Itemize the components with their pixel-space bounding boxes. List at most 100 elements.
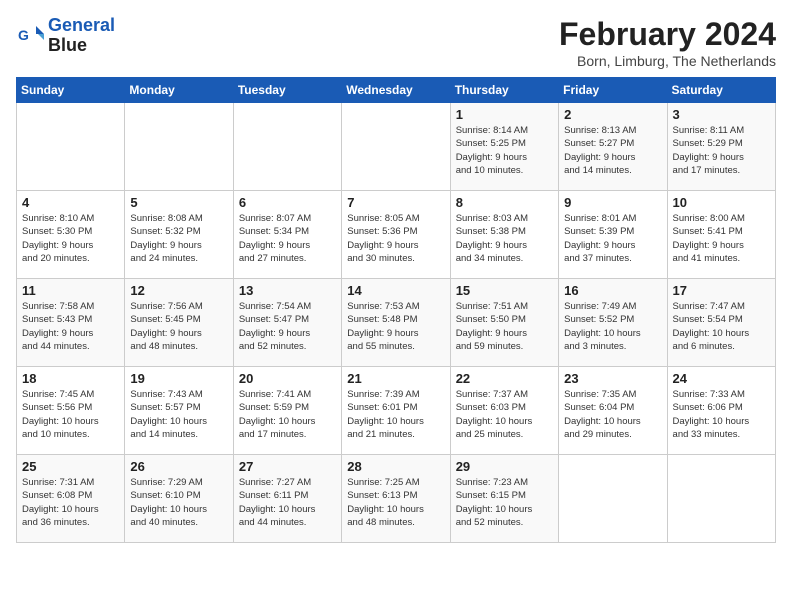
- calendar-cell: 25Sunrise: 7:31 AM Sunset: 6:08 PM Dayli…: [17, 455, 125, 543]
- day-number: 7: [347, 195, 444, 210]
- day-number: 23: [564, 371, 661, 386]
- day-number: 11: [22, 283, 119, 298]
- day-number: 9: [564, 195, 661, 210]
- day-number: 19: [130, 371, 227, 386]
- day-info: Sunrise: 8:08 AM Sunset: 5:32 PM Dayligh…: [130, 212, 227, 265]
- day-info: Sunrise: 8:14 AM Sunset: 5:25 PM Dayligh…: [456, 124, 553, 177]
- weekday-header-wednesday: Wednesday: [342, 78, 450, 103]
- calendar-cell: [125, 103, 233, 191]
- day-info: Sunrise: 7:56 AM Sunset: 5:45 PM Dayligh…: [130, 300, 227, 353]
- weekday-header-thursday: Thursday: [450, 78, 558, 103]
- calendar-cell: 4 Sunrise: 8:10 AM Sunset: 5:30 PM Daylig…: [17, 191, 125, 279]
- day-info: Sunrise: 8:13 AM Sunset: 5:27 PM Dayligh…: [564, 124, 661, 177]
- day-info: Sunrise: 7:47 AM Sunset: 5:54 PM Dayligh…: [673, 300, 770, 353]
- day-info: Sunrise: 7:54 AM Sunset: 5:47 PM Dayligh…: [239, 300, 336, 353]
- calendar-cell: 3 Sunrise: 8:11 AM Sunset: 5:29 PM Daylig…: [667, 103, 775, 191]
- day-number: 1: [456, 107, 553, 122]
- day-number: 8: [456, 195, 553, 210]
- day-number: 22: [456, 371, 553, 386]
- day-info: Sunrise: 7:43 AM Sunset: 5:57 PM Dayligh…: [130, 388, 227, 441]
- day-info: Sunrise: 8:03 AM Sunset: 5:38 PM Dayligh…: [456, 212, 553, 265]
- day-number: 3: [673, 107, 770, 122]
- day-info: Sunrise: 7:45 AM Sunset: 5:56 PM Dayligh…: [22, 388, 119, 441]
- day-number: 17: [673, 283, 770, 298]
- weekday-header-friday: Friday: [559, 78, 667, 103]
- calendar-table: SundayMondayTuesdayWednesdayThursdayFrid…: [16, 77, 776, 543]
- day-number: 16: [564, 283, 661, 298]
- svg-text:G: G: [18, 27, 29, 43]
- weekday-header-sunday: Sunday: [17, 78, 125, 103]
- day-info: Sunrise: 8:01 AM Sunset: 5:39 PM Dayligh…: [564, 212, 661, 265]
- day-number: 10: [673, 195, 770, 210]
- day-number: 29: [456, 459, 553, 474]
- day-info: Sunrise: 7:41 AM Sunset: 5:59 PM Dayligh…: [239, 388, 336, 441]
- day-info: Sunrise: 7:29 AM Sunset: 6:10 PM Dayligh…: [130, 476, 227, 529]
- calendar-cell: [17, 103, 125, 191]
- day-info: Sunrise: 7:23 AM Sunset: 6:15 PM Dayligh…: [456, 476, 553, 529]
- day-info: Sunrise: 7:49 AM Sunset: 5:52 PM Dayligh…: [564, 300, 661, 353]
- day-info: Sunrise: 8:10 AM Sunset: 5:30 PM Dayligh…: [22, 212, 119, 265]
- calendar-cell: 5 Sunrise: 8:08 AM Sunset: 5:32 PM Daylig…: [125, 191, 233, 279]
- calendar-cell: 9 Sunrise: 8:01 AM Sunset: 5:39 PM Daylig…: [559, 191, 667, 279]
- title-block: February 2024 Born, Limburg, The Netherl…: [559, 16, 776, 69]
- calendar-cell: 24 Sunrise: 7:33 AM Sunset: 6:06 PM Dayli…: [667, 367, 775, 455]
- day-number: 2: [564, 107, 661, 122]
- day-info: Sunrise: 8:07 AM Sunset: 5:34 PM Dayligh…: [239, 212, 336, 265]
- weekday-header-saturday: Saturday: [667, 78, 775, 103]
- calendar-cell: 29 Sunrise: 7:23 AM Sunset: 6:15 PM Dayli…: [450, 455, 558, 543]
- calendar-cell: 16 Sunrise: 7:49 AM Sunset: 5:52 PM Dayli…: [559, 279, 667, 367]
- day-number: 27: [239, 459, 336, 474]
- logo-text: General Blue: [48, 16, 115, 56]
- day-number: 12: [130, 283, 227, 298]
- calendar-cell: [559, 455, 667, 543]
- weekday-header-tuesday: Tuesday: [233, 78, 341, 103]
- day-info: Sunrise: 8:11 AM Sunset: 5:29 PM Dayligh…: [673, 124, 770, 177]
- day-info: Sunrise: 7:51 AM Sunset: 5:50 PM Dayligh…: [456, 300, 553, 353]
- calendar-cell: [667, 455, 775, 543]
- calendar-cell: 13 Sunrise: 7:54 AM Sunset: 5:47 PM Dayli…: [233, 279, 341, 367]
- day-info: Sunrise: 7:27 AM Sunset: 6:11 PM Dayligh…: [239, 476, 336, 529]
- calendar-cell: 14 Sunrise: 7:53 AM Sunset: 5:48 PM Dayli…: [342, 279, 450, 367]
- day-info: Sunrise: 8:05 AM Sunset: 5:36 PM Dayligh…: [347, 212, 444, 265]
- day-info: Sunrise: 7:35 AM Sunset: 6:04 PM Dayligh…: [564, 388, 661, 441]
- day-info: Sunrise: 7:31 AM Sunset: 6:08 PM Dayligh…: [22, 476, 119, 529]
- day-info: Sunrise: 7:53 AM Sunset: 5:48 PM Dayligh…: [347, 300, 444, 353]
- day-number: 24: [673, 371, 770, 386]
- calendar-cell: [233, 103, 341, 191]
- calendar-cell: 17 Sunrise: 7:47 AM Sunset: 5:54 PM Dayli…: [667, 279, 775, 367]
- day-number: 15: [456, 283, 553, 298]
- day-number: 5: [130, 195, 227, 210]
- weekday-header-monday: Monday: [125, 78, 233, 103]
- location: Born, Limburg, The Netherlands: [559, 53, 776, 69]
- calendar-cell: 18 Sunrise: 7:45 AM Sunset: 5:56 PM Dayli…: [17, 367, 125, 455]
- calendar-cell: 19 Sunrise: 7:43 AM Sunset: 5:57 PM Dayli…: [125, 367, 233, 455]
- page-header: G General Blue February 2024 Born, Limbu…: [16, 16, 776, 69]
- calendar-cell: 27 Sunrise: 7:27 AM Sunset: 6:11 PM Dayli…: [233, 455, 341, 543]
- calendar-cell: 12 Sunrise: 7:56 AM Sunset: 5:45 PM Dayli…: [125, 279, 233, 367]
- day-info: Sunrise: 7:37 AM Sunset: 6:03 PM Dayligh…: [456, 388, 553, 441]
- calendar-cell: 2 Sunrise: 8:13 AM Sunset: 5:27 PM Daylig…: [559, 103, 667, 191]
- calendar-cell: 22 Sunrise: 7:37 AM Sunset: 6:03 PM Dayli…: [450, 367, 558, 455]
- month-title: February 2024: [559, 16, 776, 53]
- calendar-cell: 6 Sunrise: 8:07 AM Sunset: 5:34 PM Daylig…: [233, 191, 341, 279]
- calendar-cell: 28 Sunrise: 7:25 AM Sunset: 6:13 PM Dayli…: [342, 455, 450, 543]
- day-number: 4: [22, 195, 119, 210]
- logo: G General Blue: [16, 16, 115, 56]
- day-info: Sunrise: 7:33 AM Sunset: 6:06 PM Dayligh…: [673, 388, 770, 441]
- day-number: 6: [239, 195, 336, 210]
- day-number: 13: [239, 283, 336, 298]
- day-number: 20: [239, 371, 336, 386]
- day-info: Sunrise: 7:39 AM Sunset: 6:01 PM Dayligh…: [347, 388, 444, 441]
- day-number: 28: [347, 459, 444, 474]
- day-number: 18: [22, 371, 119, 386]
- calendar-cell: 20 Sunrise: 7:41 AM Sunset: 5:59 PM Dayli…: [233, 367, 341, 455]
- day-number: 14: [347, 283, 444, 298]
- calendar-cell: 10 Sunrise: 8:00 AM Sunset: 5:41 PM Dayli…: [667, 191, 775, 279]
- day-info: Sunrise: 7:25 AM Sunset: 6:13 PM Dayligh…: [347, 476, 444, 529]
- day-number: 21: [347, 371, 444, 386]
- day-info: Sunrise: 8:00 AM Sunset: 5:41 PM Dayligh…: [673, 212, 770, 265]
- calendar-cell: 1 Sunrise: 8:14 AM Sunset: 5:25 PM Daylig…: [450, 103, 558, 191]
- logo-icon: G: [16, 22, 44, 50]
- calendar-cell: 15 Sunrise: 7:51 AM Sunset: 5:50 PM Dayli…: [450, 279, 558, 367]
- calendar-cell: 23 Sunrise: 7:35 AM Sunset: 6:04 PM Dayli…: [559, 367, 667, 455]
